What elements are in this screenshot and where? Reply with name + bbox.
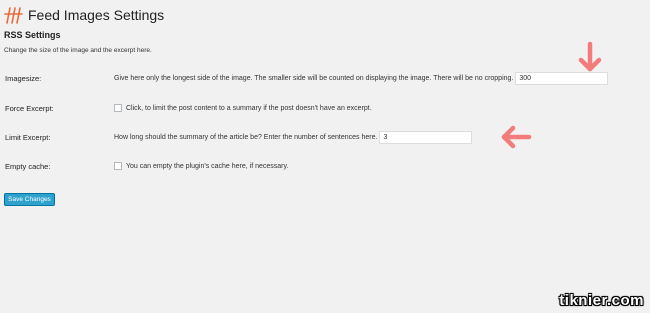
limit-excerpt-description: How long should the summary of the artic… [114, 133, 378, 141]
imagesize-description: Give here only the longest side of the i… [114, 74, 514, 82]
feed-images-logo-icon [4, 7, 23, 24]
arrow-down-icon [578, 41, 602, 72]
imagesize-label: Imagesize: [5, 73, 42, 83]
save-changes-button[interactable]: Save Changes [4, 193, 55, 206]
page-title: Feed Images Settings [28, 7, 165, 23]
arrow-left-icon [501, 125, 532, 149]
empty-cache-checkbox[interactable] [114, 162, 122, 170]
imagesize-input[interactable] [515, 71, 609, 85]
force-excerpt-checkbox[interactable] [114, 104, 122, 112]
limit-excerpt-field-group: How long should the summary of the artic… [114, 130, 473, 144]
force-excerpt-label: Force Excerpt: [5, 103, 54, 113]
imagesize-field-group: Give here only the longest side of the i… [114, 71, 609, 85]
force-excerpt-checkbox-label: Click, to limit the post content to a su… [126, 104, 372, 112]
page-header: Feed Images Settings [4, 5, 164, 25]
empty-cache-label: Empty cache: [5, 161, 51, 171]
section-title: RSS Settings [4, 30, 61, 40]
limit-excerpt-input[interactable] [379, 130, 473, 144]
limit-excerpt-label: Limit Excerpt: [5, 132, 51, 142]
force-excerpt-field-group: Click, to limit the post content to a su… [114, 104, 372, 112]
section-description: Change the size of the image and the exc… [4, 47, 152, 54]
empty-cache-checkbox-label: You can empty the plugin's cache here, i… [126, 162, 289, 170]
limit-excerpt-row: Limit Excerpt: How long should the summa… [0, 130, 650, 144]
force-excerpt-row: Force Excerpt: Click, to limit the post … [0, 101, 650, 115]
empty-cache-field-group: You can empty the plugin's cache here, i… [114, 162, 288, 170]
imagesize-row: Imagesize: Give here only the longest si… [0, 71, 650, 85]
empty-cache-row: Empty cache: You can empty the plugin's … [0, 159, 650, 173]
watermark: tiknier.com [559, 292, 644, 309]
